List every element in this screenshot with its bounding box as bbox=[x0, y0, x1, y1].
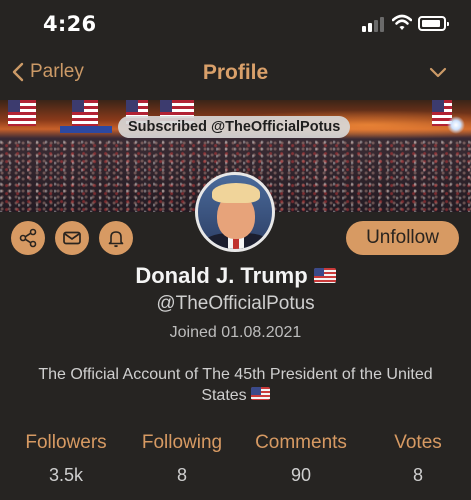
stat-label: Followers bbox=[25, 432, 107, 453]
stat-value: 90 bbox=[290, 465, 312, 485]
profile-name-row: Donald J. Trump bbox=[0, 263, 471, 289]
share-button[interactable] bbox=[11, 221, 45, 255]
stat-following[interactable]: Following 8 bbox=[134, 432, 230, 486]
stat-value: 8 bbox=[176, 465, 187, 485]
stat-followers[interactable]: Followers 3.5k bbox=[18, 432, 114, 486]
stat-value: 8 bbox=[412, 465, 423, 485]
battery-icon bbox=[418, 16, 449, 31]
banner-flag bbox=[72, 100, 98, 126]
status-time: 4:26 bbox=[43, 12, 97, 36]
status-bar: 4:26 bbox=[0, 0, 471, 52]
subscribed-badge: Subscribed @TheOfficialPotus bbox=[118, 116, 351, 138]
notifications-button[interactable] bbox=[99, 221, 133, 255]
joined-date: Joined 01.08.2021 bbox=[169, 324, 302, 341]
message-button[interactable] bbox=[55, 221, 89, 255]
avatar[interactable] bbox=[195, 172, 275, 252]
stat-value: 3.5k bbox=[48, 465, 84, 485]
stat-votes[interactable]: Votes 8 bbox=[382, 432, 454, 486]
stat-label: Following bbox=[141, 432, 223, 453]
stat-comments[interactable]: Comments 90 bbox=[246, 432, 356, 486]
stage-light bbox=[447, 116, 465, 134]
share-icon bbox=[19, 228, 37, 248]
bell-icon bbox=[108, 231, 124, 248]
stat-label: Votes bbox=[394, 432, 442, 453]
page-title: Profile bbox=[202, 61, 269, 84]
unfollow-button[interactable]: Unfollow bbox=[346, 221, 459, 255]
profile-name: Donald J. Trump bbox=[135, 263, 308, 288]
us-flag-icon bbox=[313, 268, 336, 283]
mail-icon bbox=[63, 231, 81, 245]
stat-label: Comments bbox=[255, 432, 347, 453]
us-flag-icon bbox=[250, 387, 270, 400]
stage-sign bbox=[60, 126, 112, 133]
bio-text: The Official Account of The 45th Preside… bbox=[38, 366, 433, 404]
wifi-icon bbox=[392, 14, 412, 30]
nav-bar: Parley Profile bbox=[0, 55, 471, 97]
profile-stats: Followers 3.5k Following 8 Comments 90 V… bbox=[0, 432, 471, 492]
banner-flag bbox=[8, 100, 36, 126]
chevron-down-icon[interactable] bbox=[429, 67, 447, 78]
profile-bio: The Official Account of The 45th Preside… bbox=[30, 364, 441, 406]
signal-icon bbox=[362, 16, 384, 32]
profile-handle: @TheOfficialPotus bbox=[156, 293, 315, 314]
